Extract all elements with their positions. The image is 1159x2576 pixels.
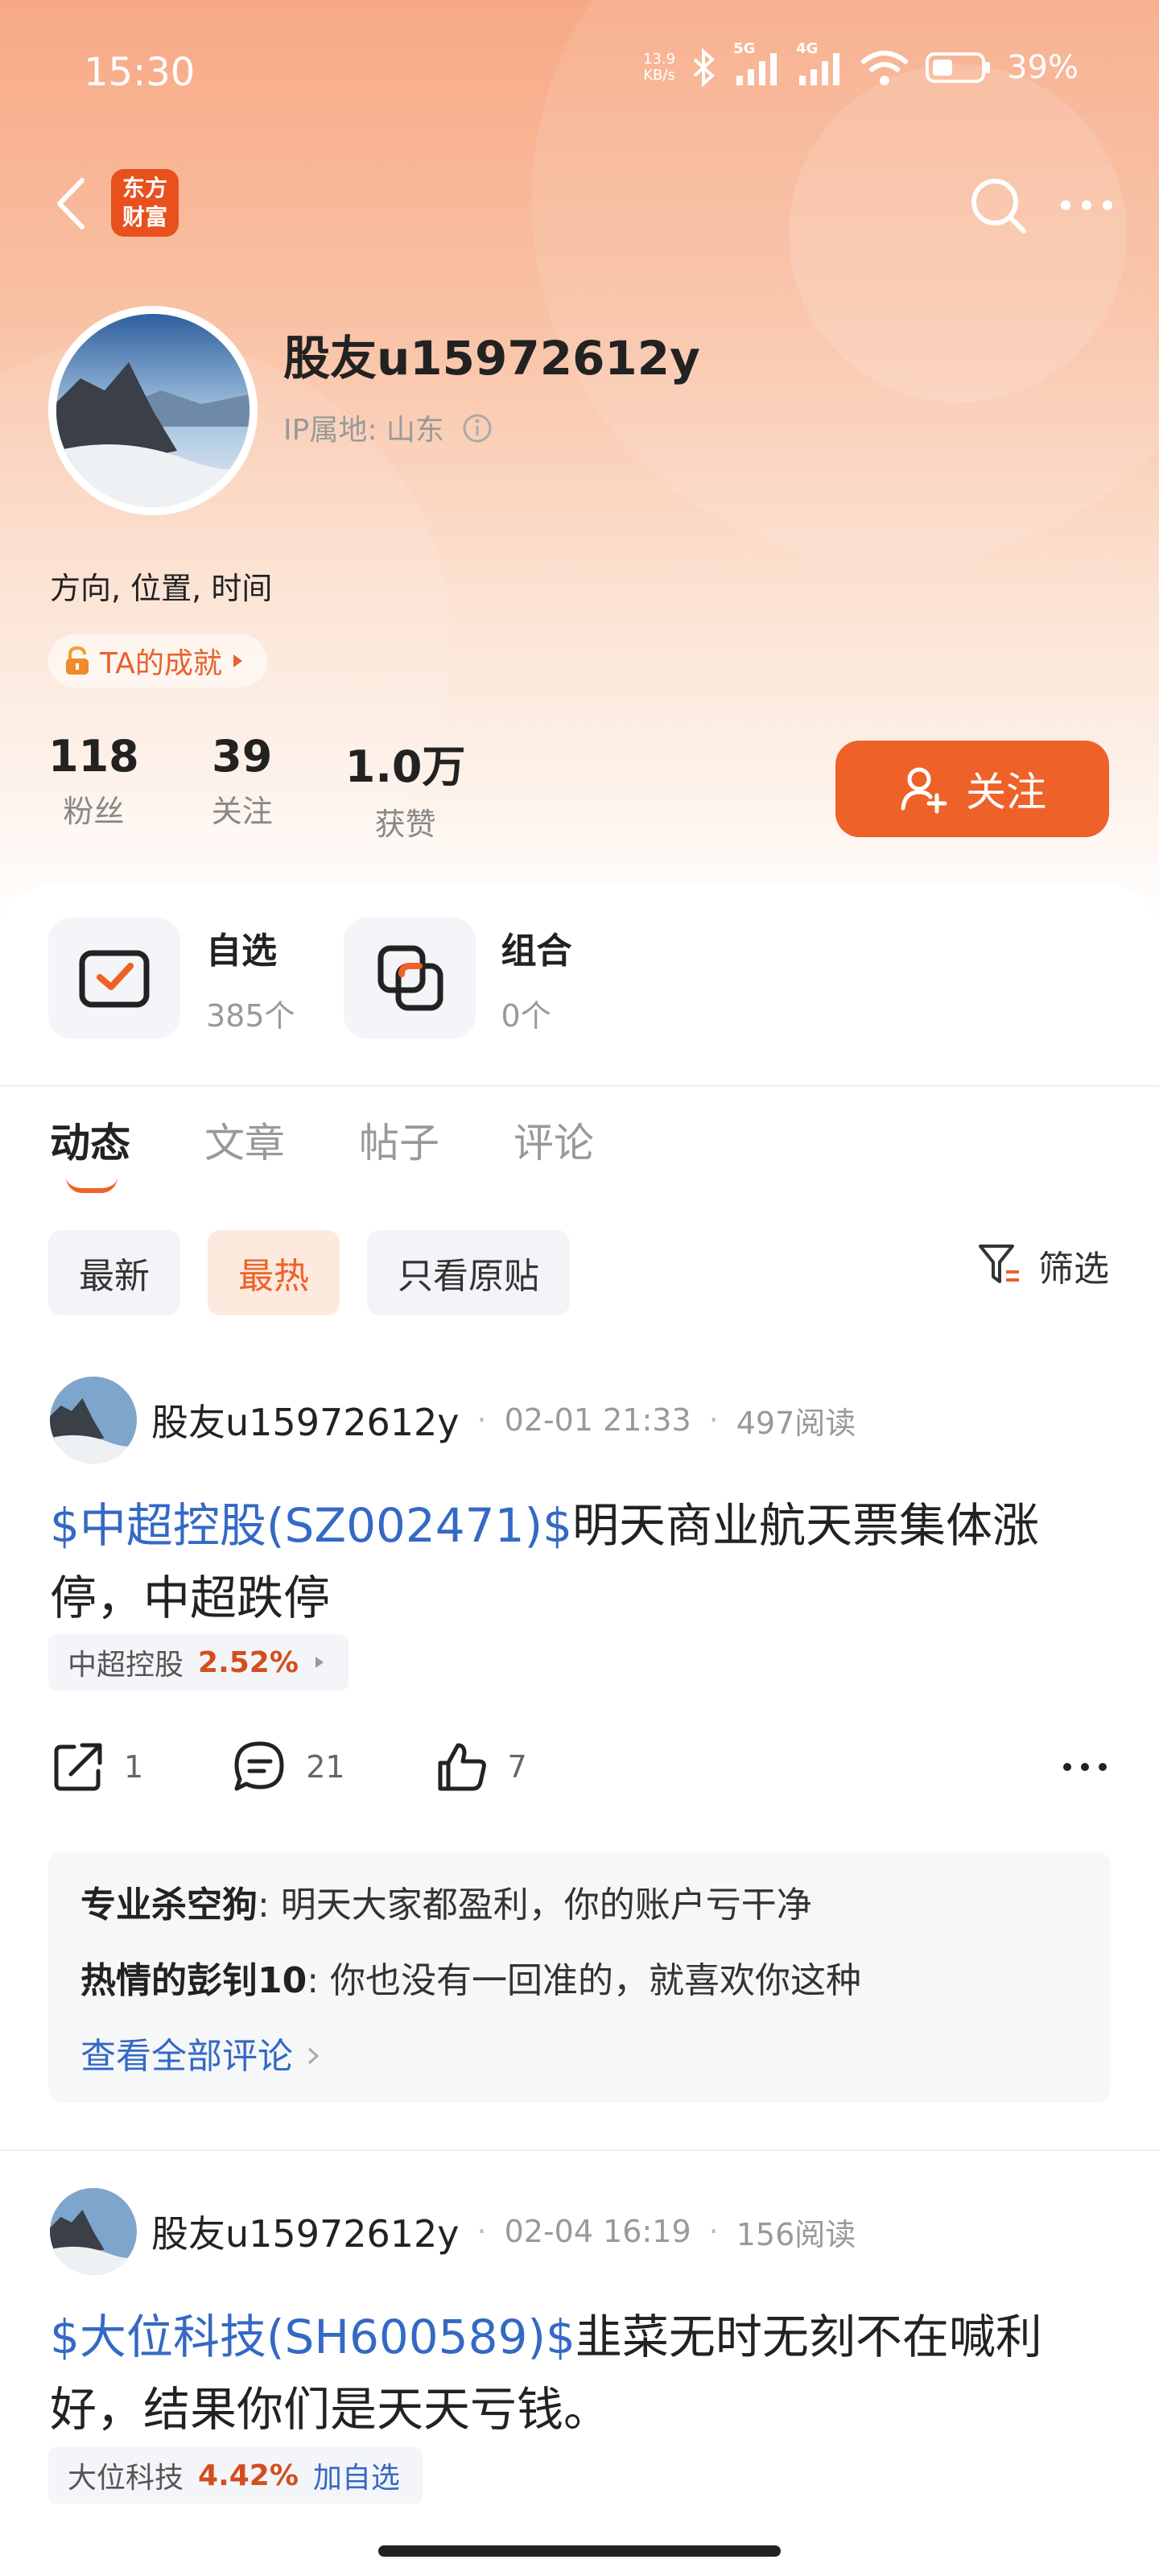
filter-icon [979,1245,1019,1283]
comment-item: 专业杀空狗: 明天大家都盈利，你的账户亏干净 [80,1885,812,1926]
top-nav: 东方 财富 [0,161,1159,250]
home-indicator[interactable] [378,2545,781,2557]
avatar-mountain-image [56,314,250,507]
username: 股友u15972612y [283,331,700,386]
post-content[interactable]: $大位科技(SH600589)$韭菜无时无刻不在喊利好，结果你们是天天亏钱。 [50,2301,1120,2446]
status-icons: 13.9 KB/s 5G 4G 39% [643,40,1079,87]
lock-icon [66,646,89,675]
content-tabs: 动态 文章 帖子 评论 [50,1111,594,1193]
filter-hottest[interactable]: 最热 [208,1230,340,1315]
see-all-comments-link[interactable]: 查看全部评论 [80,2027,1079,2079]
share-icon [54,1743,102,1791]
stat-fans[interactable]: 118 粉丝 [48,731,139,844]
chevron-right-icon [307,2047,320,2065]
search-icon [971,179,1026,233]
stock-link[interactable]: $中超控股(SZ002471)$ [50,1498,572,1553]
portfolio-entry[interactable]: 组合 0个 [343,918,572,1038]
battery-level: 39% [1007,49,1079,86]
post-time: 02-04 16:19 [504,2214,691,2249]
follow-button[interactable]: 关注 [835,741,1109,837]
net-speed: 13.9 KB/s [643,51,676,84]
more-dots-icon [1061,200,1112,210]
watchlist-icon [48,918,180,1038]
divider [0,2149,1159,2151]
signal-4g-icon: 4G [796,40,844,87]
content-card: 自选 385个 组合 0个 动态 文章 帖子 评论 最新 最热 只看原贴 筛选 [0,886,1159,2576]
post-more-button[interactable] [1061,1755,1109,1782]
quick-entries: 自选 385个 组合 0个 [48,918,572,1038]
chevron-left-icon [57,178,85,229]
filter-original-only[interactable]: 只看原贴 [367,1230,570,1315]
post-author[interactable]: 股友u15972612y [151,2205,460,2258]
status-time: 15:30 [84,50,196,95]
post-author[interactable]: 股友u15972612y [151,1393,460,1447]
share-button[interactable]: 1 [50,1739,143,1795]
triangle-right-icon [233,654,242,667]
post-reads: 497阅读 [736,1405,856,1441]
back-button[interactable] [50,175,98,232]
app-logo[interactable]: 东方 财富 [111,169,179,237]
filter-chips: 最新 最热 只看原贴 [48,1230,570,1315]
thumbs-up-icon [438,1743,486,1791]
avatar[interactable] [48,306,258,515]
tab-comments[interactable]: 评论 [514,1111,594,1169]
comment-preview[interactable]: 专业杀空狗: 明天大家都盈利，你的账户亏干净 热情的彭钊10: 你也没有一回准的… [48,1852,1111,2103]
user-bio: 方向, 位置, 时间 [50,571,273,606]
divider [0,1085,1159,1087]
profile-stats: 118 粉丝 39 关注 1.0万 获赞 [48,731,538,844]
tab-articles[interactable]: 文章 [204,1111,285,1169]
avatar[interactable] [50,1377,137,1463]
post-header: 股友u15972612y · 02-01 21:33 · 497阅读 [50,1377,856,1463]
filter-latest[interactable]: 最新 [48,1230,180,1315]
filter-button[interactable]: 筛选 [977,1240,1109,1291]
post-time: 02-01 21:33 [504,1402,691,1438]
info-icon[interactable] [461,412,493,444]
tab-dynamics[interactable]: 动态 [50,1111,130,1193]
post-actions: 1 21 7 [50,1739,616,1795]
post-reads: 156阅读 [736,2216,856,2252]
stat-likes: 1.0万 获赞 [344,741,466,842]
portfolio-icon [343,918,476,1038]
add-watchlist-button[interactable]: 加自选 [313,2454,400,2496]
battery-icon [926,52,991,83]
post-header: 股友u15972612y · 02-04 16:19 · 156阅读 [50,2188,856,2275]
watchlist-entry[interactable]: 自选 385个 [48,918,295,1038]
stock-tag[interactable]: 中超控股 2.52% [48,1634,349,1690]
more-dots-icon [1063,1763,1107,1771]
ip-location: IP属地: 山东 [283,407,493,448]
signal-5g-icon: 5G [733,40,782,87]
add-user-icon [901,767,947,814]
like-button[interactable]: 7 [434,1739,527,1795]
stock-link[interactable]: $大位科技(SH600589)$ [50,2310,575,2364]
wifi-icon [860,51,909,85]
comment-button[interactable]: 21 [232,1739,345,1795]
stat-following[interactable]: 39 关注 [212,731,273,844]
tab-posts[interactable]: 帖子 [359,1111,439,1169]
bluetooth-icon [693,48,716,87]
search-button[interactable] [966,173,1030,237]
avatar[interactable] [50,2188,137,2275]
triangle-right-icon [315,1657,324,1668]
achievement-button[interactable]: TA的成就 [48,634,267,687]
post-content[interactable]: $中超控股(SZ002471)$明天商业航天票集体涨停，中超跌停 [50,1489,1120,1634]
stock-tag[interactable]: 大位科技 4.42% 加自选 [48,2447,423,2504]
status-bar: 15:30 13.9 KB/s 5G 4G 39% [0,0,1159,145]
comment-item: 热情的彭钊10: 你也没有一回准的，就喜欢你这种 [80,1960,862,2001]
comment-icon [234,1741,284,1791]
more-menu-button[interactable] [1054,189,1119,221]
